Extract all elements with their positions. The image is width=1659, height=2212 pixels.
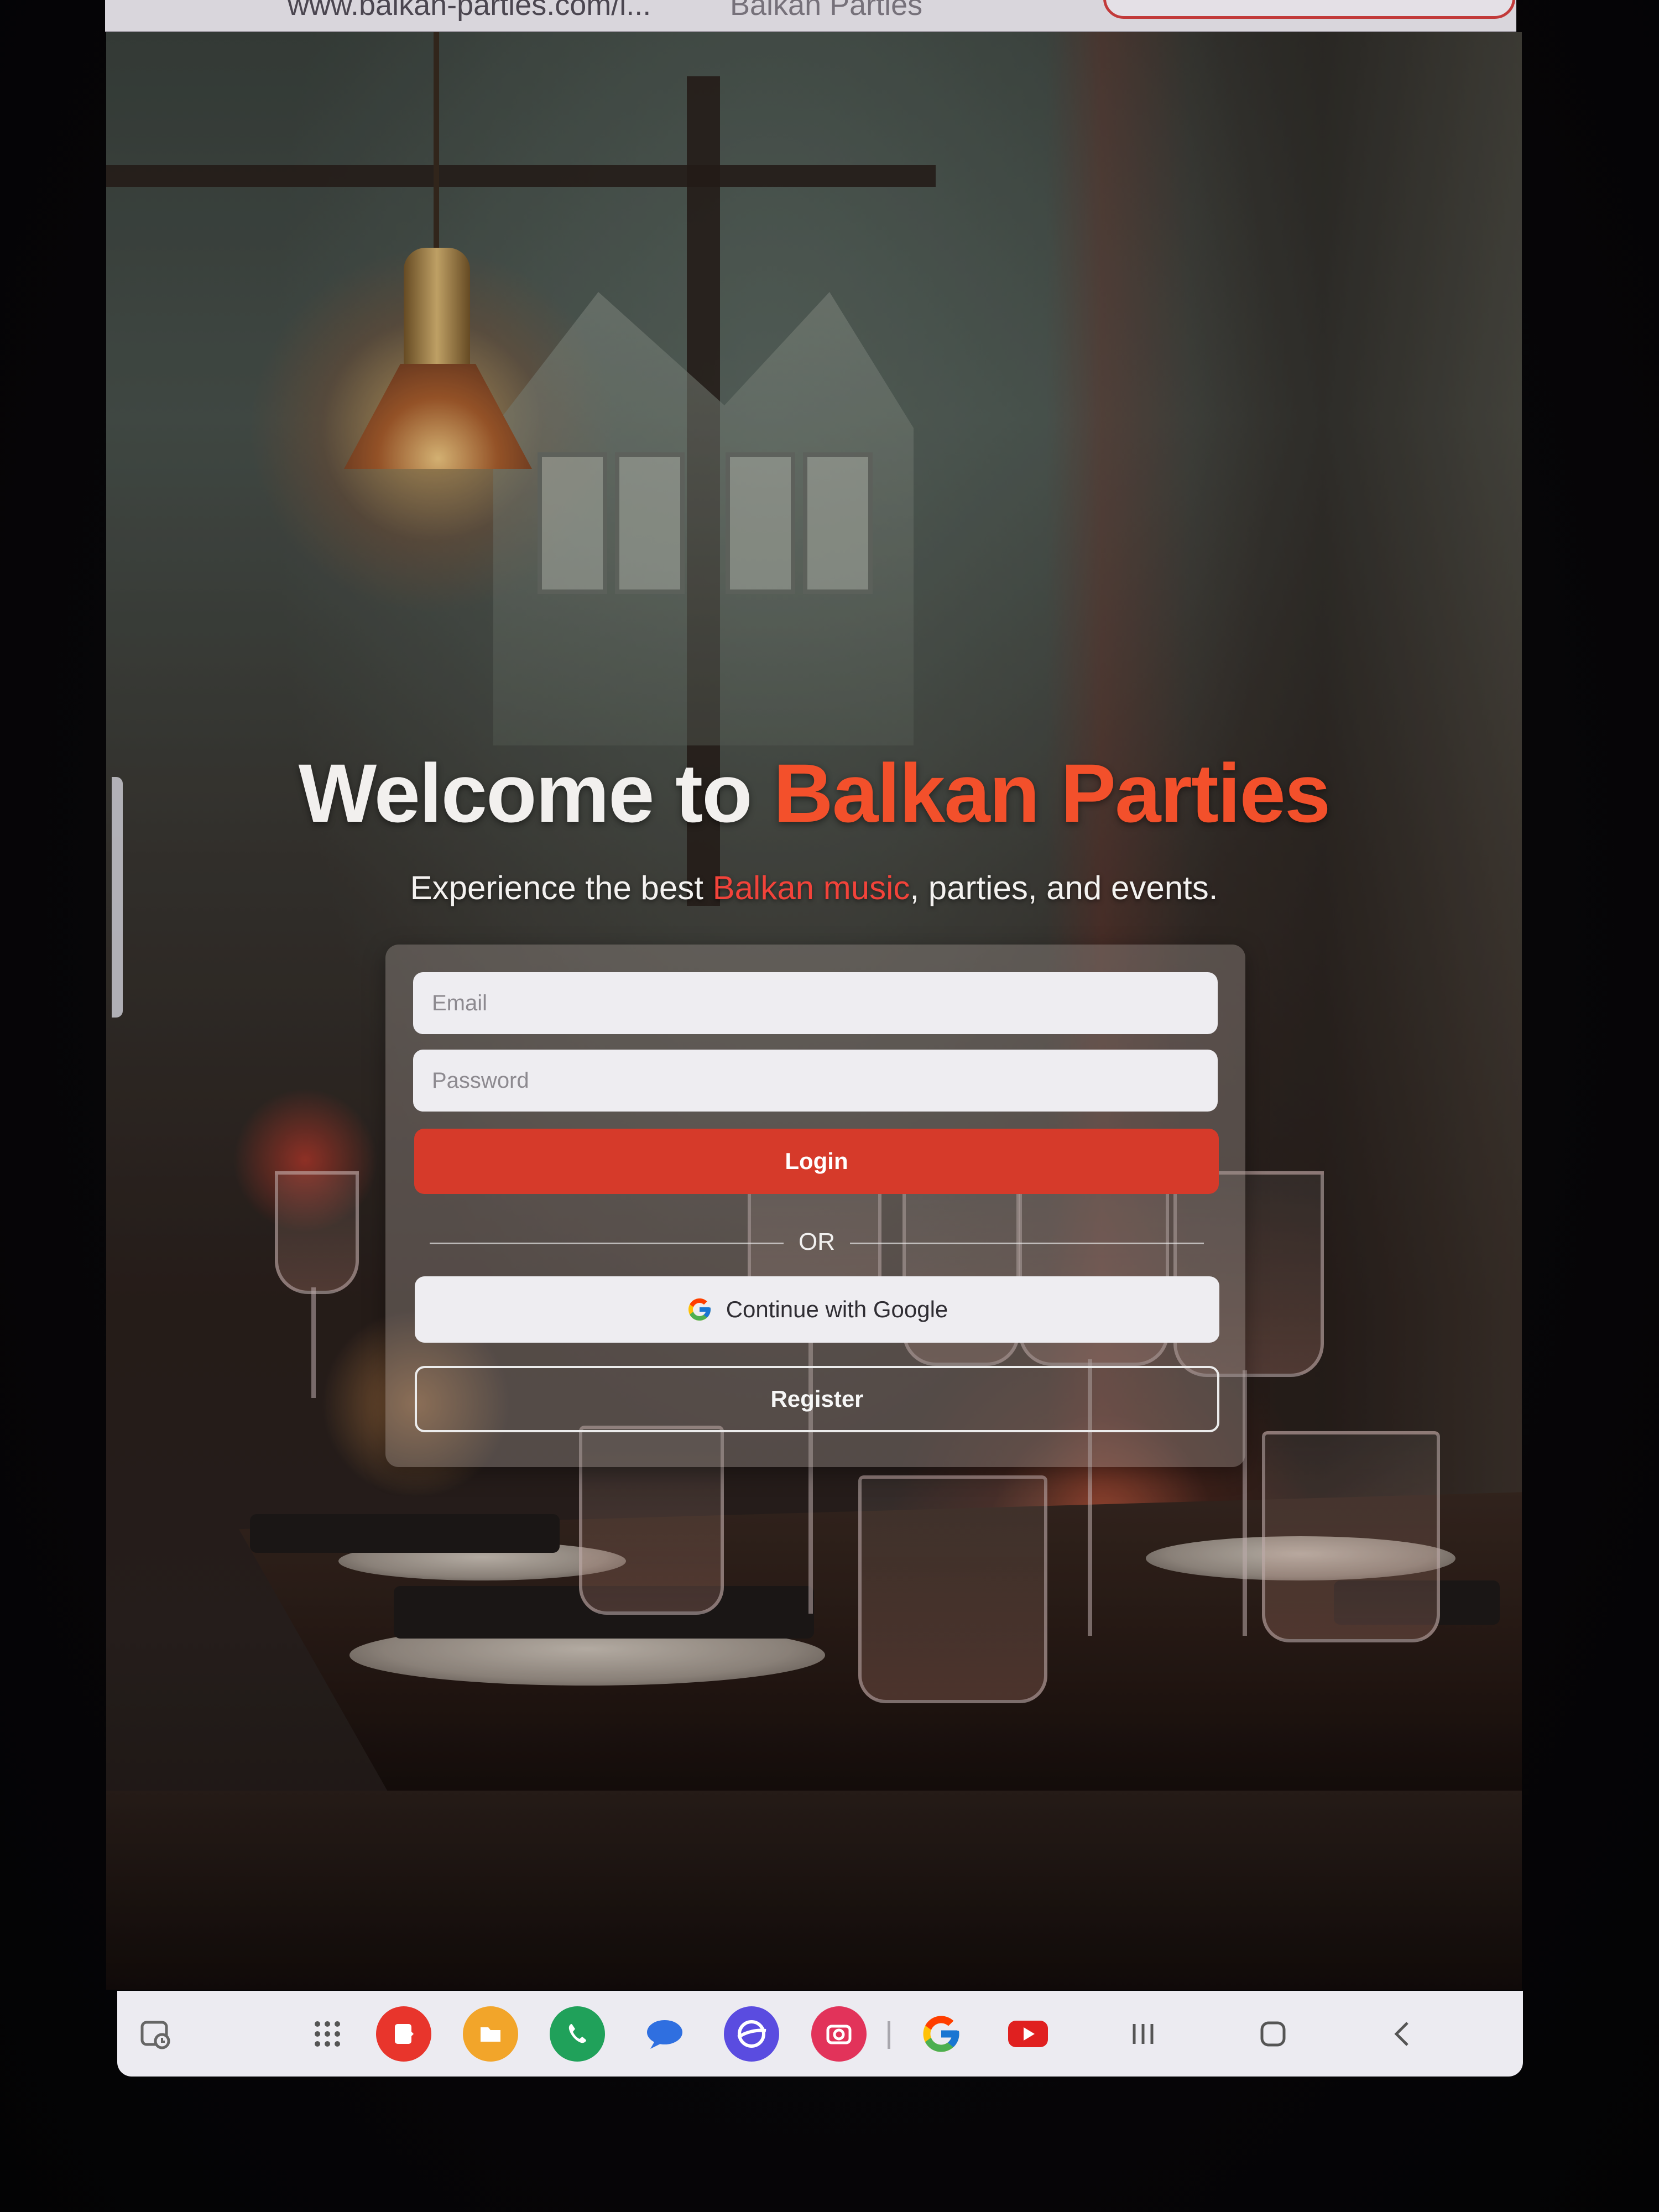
camera-icon[interactable] bbox=[811, 2006, 867, 2062]
messages-icon[interactable] bbox=[637, 2006, 692, 2062]
nav-back-icon[interactable] bbox=[1375, 2006, 1431, 2062]
hero-subtitle-prefix: Experience the best bbox=[410, 869, 713, 906]
hero-title-prefix: Welcome to bbox=[298, 747, 774, 839]
login-button[interactable]: Login bbox=[414, 1129, 1219, 1194]
browser-tab-title[interactable]: Balkan Parties bbox=[730, 0, 922, 22]
nav-recents-icon[interactable] bbox=[1115, 2006, 1171, 2062]
password-field[interactable] bbox=[413, 1050, 1218, 1112]
google-icon[interactable] bbox=[914, 2006, 969, 2062]
login-card: Login OR Continue with Google Register bbox=[385, 945, 1245, 1467]
android-taskbar bbox=[117, 1991, 1523, 2077]
phone-icon[interactable] bbox=[550, 2006, 605, 2062]
email-field[interactable] bbox=[413, 972, 1218, 1034]
browser-url[interactable]: www.balkan-parties.com/i... bbox=[288, 0, 651, 22]
continue-with-google-button[interactable]: Continue with Google bbox=[415, 1276, 1219, 1343]
register-button[interactable]: Register bbox=[415, 1366, 1219, 1432]
login-button-label: Login bbox=[785, 1148, 848, 1174]
app-drawer-icon[interactable] bbox=[300, 2006, 355, 2062]
google-button-label: Continue with Google bbox=[726, 1296, 948, 1322]
web-page: Welcome to Balkan Parties Experience the… bbox=[106, 32, 1522, 1990]
recent-apps-history-icon[interactable] bbox=[127, 2006, 182, 2062]
taskbar-separator bbox=[888, 2021, 890, 2049]
hero-subtitle-accent: Balkan music bbox=[712, 869, 910, 906]
youtube-icon[interactable] bbox=[1000, 2006, 1056, 2062]
edge-panel-handle[interactable] bbox=[112, 777, 123, 1018]
or-divider: OR bbox=[430, 1224, 1204, 1262]
browser-toolbar: www.balkan-parties.com/i... Balkan Parti… bbox=[105, 0, 1516, 32]
divider-label: OR bbox=[799, 1228, 835, 1255]
hero-subtitle: Experience the best Balkan music, partie… bbox=[106, 869, 1522, 907]
browser-tab-active[interactable] bbox=[1103, 0, 1515, 19]
samsung-notes-icon[interactable] bbox=[376, 2006, 431, 2062]
hero-title: Welcome to Balkan Parties bbox=[106, 745, 1522, 841]
nav-home-icon[interactable] bbox=[1245, 2006, 1301, 2062]
hero-subtitle-suffix: , parties, and events. bbox=[910, 869, 1218, 906]
register-button-label: Register bbox=[770, 1386, 864, 1412]
samsung-internet-icon[interactable] bbox=[724, 2006, 779, 2062]
hero-title-accent: Balkan Parties bbox=[773, 747, 1331, 839]
google-g-icon bbox=[688, 1298, 711, 1321]
my-files-folder-icon[interactable] bbox=[463, 2006, 518, 2062]
